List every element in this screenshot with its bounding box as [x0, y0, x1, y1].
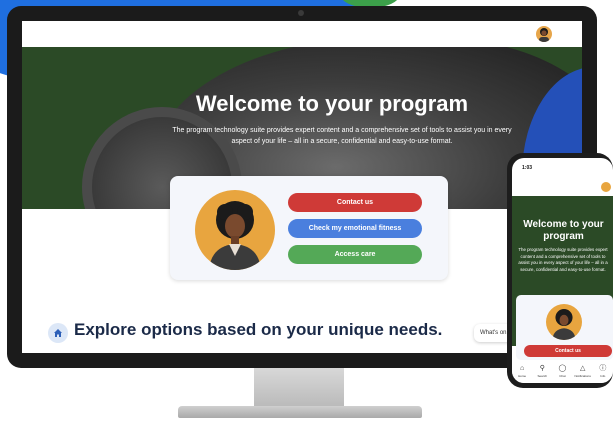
avatar-illustration [539, 28, 549, 42]
home-icon: ⌂ [519, 365, 525, 372]
info-icon: ⓘ [599, 365, 607, 372]
nav-label: Info [600, 374, 606, 378]
phone-hero-subtitle: The program technology suite provides ex… [518, 247, 608, 272]
hero-subtitle: The program technology suite provides ex… [172, 127, 512, 145]
nav-label: Home [518, 374, 527, 378]
search-icon: ⚲ [539, 365, 545, 372]
person-illustration [209, 201, 261, 270]
phone-screen: 1:03 Welcome to your program The program… [512, 158, 613, 383]
nav-notifications[interactable]: △ Notifications [574, 365, 592, 378]
monitor-stand-neck [254, 368, 344, 408]
emotional-fitness-button[interactable]: Check my emotional fitness [288, 219, 422, 238]
nav-label: Search [537, 374, 548, 378]
nav-info[interactable]: ⓘ Info [594, 365, 612, 378]
chat-icon: ◯ [558, 365, 567, 372]
access-care-button[interactable]: Access care [288, 245, 422, 264]
explore-heading: Explore options based on your unique nee… [74, 320, 443, 339]
phone-bottom-nav: ⌂ Home ⚲ Search ◯ Chat △ Notifications ⓘ [512, 362, 613, 383]
mobile-phone: 1:03 Welcome to your program The program… [507, 153, 613, 388]
user-avatar[interactable] [536, 26, 552, 42]
phone-action-card: Contact us [516, 295, 613, 360]
nav-label: Notifications [574, 374, 591, 378]
desktop-screen: Welcome to your program The program tech… [22, 21, 582, 353]
home-glyph [54, 329, 62, 337]
nav-label: Chat [559, 374, 566, 378]
monitor-stand-base [178, 406, 422, 418]
marketing-mockup: Welcome to your program The program tech… [0, 0, 613, 421]
phone-user-avatar[interactable] [601, 182, 611, 192]
contact-us-button[interactable]: Contact us [288, 193, 422, 212]
support-person-avatar [195, 190, 275, 270]
phone-status-time: 1:03 [522, 165, 533, 171]
hero-title: Welcome to your program [195, 91, 469, 116]
bell-icon: △ [579, 365, 586, 372]
action-card: Contact us Check my emotional fitness Ac… [170, 176, 448, 280]
phone-hero-title: Welcome to your program [523, 219, 604, 242]
phone-contact-button[interactable]: Contact us [524, 345, 612, 357]
top-bar [22, 21, 582, 47]
nav-search[interactable]: ⚲ Search [533, 365, 551, 378]
webcam-dot [298, 10, 304, 16]
phone-support-avatar [546, 304, 582, 340]
nav-home[interactable]: ⌂ Home [513, 365, 531, 378]
home-icon [48, 323, 68, 343]
nav-chat[interactable]: ◯ Chat [553, 365, 571, 378]
phone-person-illustration [552, 308, 576, 340]
